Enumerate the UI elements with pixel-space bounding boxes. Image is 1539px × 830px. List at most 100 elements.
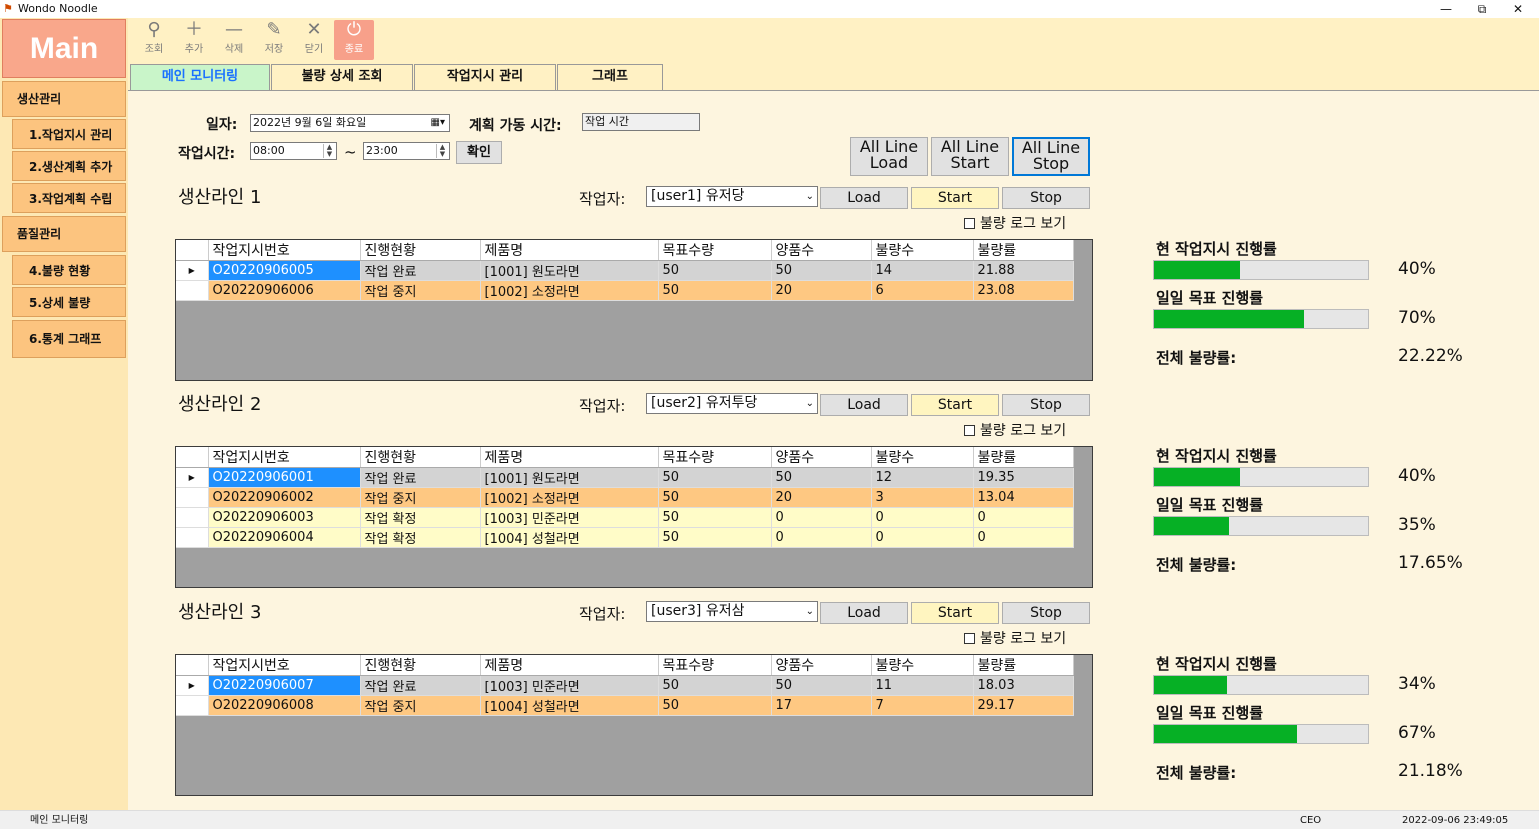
checkbox-box[interactable] bbox=[964, 633, 975, 644]
table-cell[interactable]: 작업 중지 bbox=[360, 280, 481, 301]
table-cell[interactable]: [1001] 원도라면 bbox=[480, 260, 659, 281]
table-cell[interactable]: 0 bbox=[871, 527, 974, 548]
row-selector[interactable] bbox=[176, 280, 209, 301]
table-cell[interactable]: 29.17 bbox=[973, 695, 1074, 716]
date-picker[interactable]: 2022년 9월 6일 화요일 ▦▾ bbox=[250, 114, 450, 132]
table-cell[interactable]: 작업 완료 bbox=[360, 675, 481, 696]
table-cell[interactable]: 50 bbox=[658, 280, 772, 301]
table-cell[interactable]: 17 bbox=[771, 695, 872, 716]
table-cell[interactable]: 0 bbox=[771, 527, 872, 548]
table-cell[interactable]: 작업 완료 bbox=[360, 260, 481, 281]
table-cell[interactable]: [1004] 성철라면 bbox=[480, 527, 659, 548]
defect-log-checkbox[interactable]: 불량 로그 보기 bbox=[964, 213, 1066, 233]
work-order-grid[interactable]: 작업지시번호 진행현황 제품명 목표수량 양품수 불량수 불량률 ▶ O20220906005 작… bbox=[175, 239, 1093, 381]
line-start-button[interactable]: Start bbox=[911, 394, 999, 416]
column-header[interactable]: 불량수 bbox=[871, 240, 974, 261]
table-cell[interactable]: 작업 중지 bbox=[360, 695, 481, 716]
table-cell[interactable]: 0 bbox=[771, 507, 872, 528]
end-time-field[interactable]: 23:00 ▲ ▼ bbox=[363, 142, 450, 160]
table-cell[interactable]: [1003] 민준라면 bbox=[480, 507, 659, 528]
all-line-start-button[interactable]: All Line Start bbox=[931, 137, 1009, 176]
plan-time-field[interactable]: 작업 시간 bbox=[582, 113, 700, 131]
line-load-button[interactable]: Load bbox=[820, 187, 908, 209]
table-cell[interactable]: 6 bbox=[871, 280, 974, 301]
table-cell[interactable]: 50 bbox=[658, 527, 772, 548]
table-cell[interactable]: 20 bbox=[771, 280, 872, 301]
column-header[interactable]: 작업지시번호 bbox=[208, 655, 361, 676]
chevron-down-icon[interactable]: ⌄ bbox=[806, 602, 814, 621]
chevron-down-icon[interactable]: ⌄ bbox=[806, 187, 814, 206]
line-start-button[interactable]: Start bbox=[911, 187, 999, 209]
table-cell[interactable]: 3 bbox=[871, 487, 974, 508]
column-header[interactable]: 불량률 bbox=[973, 655, 1074, 676]
table-cell[interactable]: [1002] 소정라면 bbox=[480, 280, 659, 301]
sidebar-item-stats-graph[interactable]: 6.통계 그래프 bbox=[12, 320, 126, 358]
column-header[interactable]: 목표수량 bbox=[658, 240, 772, 261]
add-button[interactable]: ＋ 추가 bbox=[176, 20, 212, 58]
confirm-button[interactable]: 확인 bbox=[456, 141, 502, 164]
start-time-field[interactable]: 08:00 ▲ ▼ bbox=[250, 142, 337, 160]
table-cell[interactable]: O20220906007 bbox=[208, 675, 361, 696]
table-cell[interactable]: 50 bbox=[658, 675, 772, 696]
end-time-spinner[interactable]: ▲ ▼ bbox=[436, 144, 448, 158]
worker-select[interactable]: [user3] 유저삼 ⌄ bbox=[646, 601, 818, 622]
sidebar-item-create-plan[interactable]: 3.작업계획 수립 bbox=[12, 183, 126, 213]
sidebar-item-production[interactable]: 생산관리 bbox=[2, 81, 126, 117]
table-cell[interactable]: 50 bbox=[658, 260, 772, 281]
delete-button[interactable]: — 삭제 bbox=[216, 20, 252, 58]
column-header[interactable]: 불량수 bbox=[871, 447, 974, 468]
checkbox-box[interactable] bbox=[964, 218, 975, 229]
row-selector[interactable]: ▶ bbox=[176, 467, 209, 488]
table-cell[interactable]: 50 bbox=[658, 467, 772, 488]
all-line-load-button[interactable]: All Line Load bbox=[850, 137, 928, 176]
table-cell[interactable]: 50 bbox=[771, 467, 872, 488]
table-row[interactable]: O20220906003 작업 확정 [1003] 민준라면 50 0 0 0 bbox=[176, 507, 1074, 528]
column-header[interactable]: 양품수 bbox=[771, 447, 872, 468]
column-header[interactable]: 진행현황 bbox=[360, 240, 481, 261]
column-header[interactable]: 목표수량 bbox=[658, 447, 772, 468]
column-header[interactable]: 진행현황 bbox=[360, 655, 481, 676]
row-selector[interactable] bbox=[176, 527, 209, 548]
calendar-dropdown-icon[interactable]: ▦▾ bbox=[431, 115, 445, 131]
work-order-grid[interactable]: 작업지시번호 진행현황 제품명 목표수량 양품수 불량수 불량률 ▶ O20220906007 작… bbox=[175, 654, 1093, 796]
column-header[interactable]: 불량률 bbox=[973, 447, 1074, 468]
tab-work-order[interactable]: 작업지시 관리 bbox=[414, 64, 556, 90]
column-header[interactable]: 진행현황 bbox=[360, 447, 481, 468]
table-cell[interactable]: 50 bbox=[771, 675, 872, 696]
row-selector[interactable] bbox=[176, 487, 209, 508]
column-header[interactable]: 불량수 bbox=[871, 655, 974, 676]
column-header[interactable]: 제품명 bbox=[480, 447, 659, 468]
column-header[interactable]: 제품명 bbox=[480, 655, 659, 676]
table-cell[interactable]: 18.03 bbox=[973, 675, 1074, 696]
line-stop-button[interactable]: Stop bbox=[1002, 187, 1090, 209]
save-button[interactable]: ✎ 저장 bbox=[256, 20, 292, 58]
defect-log-checkbox[interactable]: 불량 로그 보기 bbox=[964, 420, 1066, 440]
sidebar-item-defect-detail[interactable]: 5.상세 불량 bbox=[12, 287, 126, 317]
tab-main-monitoring[interactable]: 메인 모니터링 bbox=[130, 64, 270, 90]
restore-button[interactable]: ⧉ bbox=[1464, 0, 1500, 18]
defect-log-checkbox[interactable]: 불량 로그 보기 bbox=[964, 628, 1066, 648]
column-header[interactable]: 불량률 bbox=[973, 240, 1074, 261]
column-header[interactable]: 양품수 bbox=[771, 655, 872, 676]
column-header[interactable]: 작업지시번호 bbox=[208, 240, 361, 261]
table-cell[interactable]: [1001] 원도라면 bbox=[480, 467, 659, 488]
table-row[interactable]: O20220906002 작업 중지 [1002] 소정라면 50 20 3 13.04 bbox=[176, 487, 1074, 508]
sidebar-item-defect-status[interactable]: 4.불량 현황 bbox=[12, 255, 126, 285]
line-stop-button[interactable]: Stop bbox=[1002, 394, 1090, 416]
table-row[interactable]: ▶ O20220906007 작업 완료 [1003] 민준라면 50 50 11 18.03 bbox=[176, 675, 1074, 696]
row-selector[interactable]: ▶ bbox=[176, 675, 209, 696]
table-cell[interactable]: 50 bbox=[658, 487, 772, 508]
table-cell[interactable]: 작업 확정 bbox=[360, 507, 481, 528]
table-cell[interactable]: 0 bbox=[871, 507, 974, 528]
table-cell[interactable]: 50 bbox=[771, 260, 872, 281]
tab-defect-detail[interactable]: 불량 상세 조회 bbox=[271, 64, 413, 90]
row-selector[interactable]: ▶ bbox=[176, 260, 209, 281]
column-header[interactable]: 제품명 bbox=[480, 240, 659, 261]
tab-graph[interactable]: 그래프 bbox=[557, 64, 663, 90]
table-cell[interactable]: 23.08 bbox=[973, 280, 1074, 301]
column-header[interactable]: 작업지시번호 bbox=[208, 447, 361, 468]
table-cell[interactable]: O20220906008 bbox=[208, 695, 361, 716]
row-selector[interactable] bbox=[176, 507, 209, 528]
table-cell[interactable]: 13.04 bbox=[973, 487, 1074, 508]
exit-button[interactable]: ⏻ 종료 bbox=[334, 20, 374, 60]
